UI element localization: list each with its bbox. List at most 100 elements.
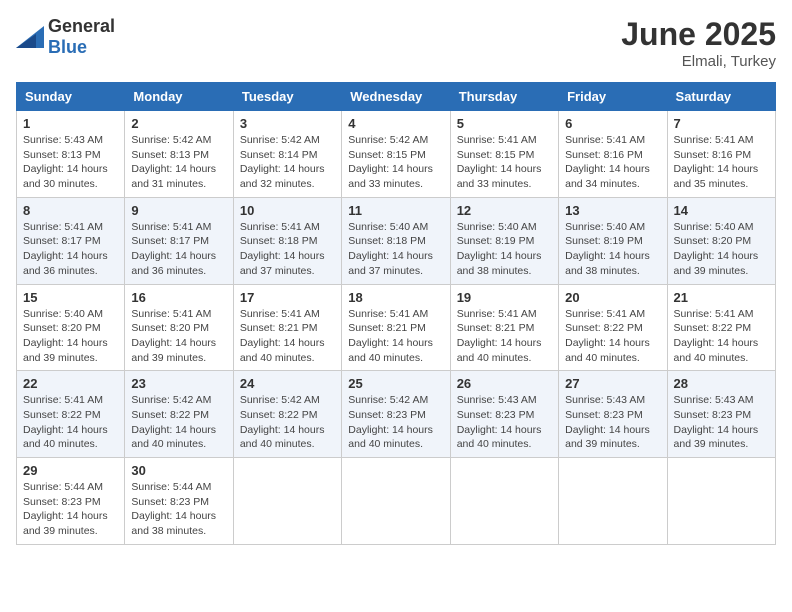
- empty-cell: [233, 458, 341, 545]
- day-info: Sunrise: 5:41 AM Sunset: 8:15 PM Dayligh…: [457, 133, 552, 192]
- header-monday: Monday: [125, 83, 233, 111]
- day-number: 7: [674, 116, 769, 131]
- day-info: Sunrise: 5:43 AM Sunset: 8:23 PM Dayligh…: [457, 393, 552, 452]
- day-cell-17: 17 Sunrise: 5:41 AM Sunset: 8:21 PM Dayl…: [233, 284, 341, 371]
- day-number: 14: [674, 203, 769, 218]
- day-number: 27: [565, 376, 660, 391]
- day-number: 11: [348, 203, 443, 218]
- day-cell-19: 19 Sunrise: 5:41 AM Sunset: 8:21 PM Dayl…: [450, 284, 558, 371]
- day-cell-22: 22 Sunrise: 5:41 AM Sunset: 8:22 PM Dayl…: [17, 371, 125, 458]
- day-cell-10: 10 Sunrise: 5:41 AM Sunset: 8:18 PM Dayl…: [233, 197, 341, 284]
- day-info: Sunrise: 5:41 AM Sunset: 8:21 PM Dayligh…: [348, 307, 443, 366]
- day-number: 9: [131, 203, 226, 218]
- empty-cell: [667, 458, 775, 545]
- day-cell-4: 4 Sunrise: 5:42 AM Sunset: 8:15 PM Dayli…: [342, 111, 450, 198]
- day-number: 6: [565, 116, 660, 131]
- day-number: 24: [240, 376, 335, 391]
- week-row-3: 15 Sunrise: 5:40 AM Sunset: 8:20 PM Dayl…: [17, 284, 776, 371]
- day-number: 1: [23, 116, 118, 131]
- day-cell-24: 24 Sunrise: 5:42 AM Sunset: 8:22 PM Dayl…: [233, 371, 341, 458]
- day-info: Sunrise: 5:40 AM Sunset: 8:19 PM Dayligh…: [457, 220, 552, 279]
- title-area: June 2025 Elmali, Turkey: [621, 16, 776, 70]
- day-cell-5: 5 Sunrise: 5:41 AM Sunset: 8:15 PM Dayli…: [450, 111, 558, 198]
- day-info: Sunrise: 5:40 AM Sunset: 8:18 PM Dayligh…: [348, 220, 443, 279]
- day-number: 10: [240, 203, 335, 218]
- day-number: 2: [131, 116, 226, 131]
- day-info: Sunrise: 5:41 AM Sunset: 8:18 PM Dayligh…: [240, 220, 335, 279]
- day-cell-11: 11 Sunrise: 5:40 AM Sunset: 8:18 PM Dayl…: [342, 197, 450, 284]
- day-info: Sunrise: 5:40 AM Sunset: 8:20 PM Dayligh…: [23, 307, 118, 366]
- day-info: Sunrise: 5:41 AM Sunset: 8:16 PM Dayligh…: [565, 133, 660, 192]
- day-number: 13: [565, 203, 660, 218]
- week-row-4: 22 Sunrise: 5:41 AM Sunset: 8:22 PM Dayl…: [17, 371, 776, 458]
- day-cell-9: 9 Sunrise: 5:41 AM Sunset: 8:17 PM Dayli…: [125, 197, 233, 284]
- day-cell-1: 1 Sunrise: 5:43 AM Sunset: 8:13 PM Dayli…: [17, 111, 125, 198]
- empty-cell: [342, 458, 450, 545]
- header-wednesday: Wednesday: [342, 83, 450, 111]
- day-number: 16: [131, 290, 226, 305]
- day-number: 23: [131, 376, 226, 391]
- day-number: 8: [23, 203, 118, 218]
- empty-cell: [559, 458, 667, 545]
- week-row-1: 1 Sunrise: 5:43 AM Sunset: 8:13 PM Dayli…: [17, 111, 776, 198]
- day-info: Sunrise: 5:42 AM Sunset: 8:23 PM Dayligh…: [348, 393, 443, 452]
- header-sunday: Sunday: [17, 83, 125, 111]
- day-info: Sunrise: 5:41 AM Sunset: 8:22 PM Dayligh…: [674, 307, 769, 366]
- logo: General Blue: [16, 16, 115, 58]
- day-cell-15: 15 Sunrise: 5:40 AM Sunset: 8:20 PM Dayl…: [17, 284, 125, 371]
- day-info: Sunrise: 5:41 AM Sunset: 8:20 PM Dayligh…: [131, 307, 226, 366]
- day-info: Sunrise: 5:43 AM Sunset: 8:23 PM Dayligh…: [674, 393, 769, 452]
- day-cell-14: 14 Sunrise: 5:40 AM Sunset: 8:20 PM Dayl…: [667, 197, 775, 284]
- day-cell-30: 30 Sunrise: 5:44 AM Sunset: 8:23 PM Dayl…: [125, 458, 233, 545]
- day-number: 29: [23, 463, 118, 478]
- day-cell-29: 29 Sunrise: 5:44 AM Sunset: 8:23 PM Dayl…: [17, 458, 125, 545]
- header-tuesday: Tuesday: [233, 83, 341, 111]
- day-number: 20: [565, 290, 660, 305]
- day-info: Sunrise: 5:43 AM Sunset: 8:13 PM Dayligh…: [23, 133, 118, 192]
- day-info: Sunrise: 5:41 AM Sunset: 8:17 PM Dayligh…: [23, 220, 118, 279]
- header-friday: Friday: [559, 83, 667, 111]
- day-cell-28: 28 Sunrise: 5:43 AM Sunset: 8:23 PM Dayl…: [667, 371, 775, 458]
- day-info: Sunrise: 5:41 AM Sunset: 8:21 PM Dayligh…: [240, 307, 335, 366]
- day-info: Sunrise: 5:42 AM Sunset: 8:14 PM Dayligh…: [240, 133, 335, 192]
- day-number: 3: [240, 116, 335, 131]
- day-cell-6: 6 Sunrise: 5:41 AM Sunset: 8:16 PM Dayli…: [559, 111, 667, 198]
- day-number: 4: [348, 116, 443, 131]
- day-info: Sunrise: 5:40 AM Sunset: 8:20 PM Dayligh…: [674, 220, 769, 279]
- logo-blue: Blue: [48, 37, 87, 57]
- day-info: Sunrise: 5:43 AM Sunset: 8:23 PM Dayligh…: [565, 393, 660, 452]
- day-number: 12: [457, 203, 552, 218]
- day-number: 15: [23, 290, 118, 305]
- day-number: 22: [23, 376, 118, 391]
- day-info: Sunrise: 5:41 AM Sunset: 8:16 PM Dayligh…: [674, 133, 769, 192]
- day-cell-18: 18 Sunrise: 5:41 AM Sunset: 8:21 PM Dayl…: [342, 284, 450, 371]
- empty-cell: [450, 458, 558, 545]
- day-info: Sunrise: 5:44 AM Sunset: 8:23 PM Dayligh…: [23, 480, 118, 539]
- day-info: Sunrise: 5:41 AM Sunset: 8:22 PM Dayligh…: [23, 393, 118, 452]
- logo-text: General Blue: [48, 16, 115, 58]
- day-cell-3: 3 Sunrise: 5:42 AM Sunset: 8:14 PM Dayli…: [233, 111, 341, 198]
- day-number: 30: [131, 463, 226, 478]
- day-number: 26: [457, 376, 552, 391]
- day-cell-2: 2 Sunrise: 5:42 AM Sunset: 8:13 PM Dayli…: [125, 111, 233, 198]
- day-cell-20: 20 Sunrise: 5:41 AM Sunset: 8:22 PM Dayl…: [559, 284, 667, 371]
- day-number: 21: [674, 290, 769, 305]
- calendar-table: Sunday Monday Tuesday Wednesday Thursday…: [16, 82, 776, 545]
- location-title: Elmali, Turkey: [621, 53, 776, 70]
- day-number: 25: [348, 376, 443, 391]
- day-number: 19: [457, 290, 552, 305]
- day-number: 28: [674, 376, 769, 391]
- day-info: Sunrise: 5:42 AM Sunset: 8:15 PM Dayligh…: [348, 133, 443, 192]
- header-thursday: Thursday: [450, 83, 558, 111]
- day-info: Sunrise: 5:42 AM Sunset: 8:22 PM Dayligh…: [240, 393, 335, 452]
- day-number: 17: [240, 290, 335, 305]
- day-cell-8: 8 Sunrise: 5:41 AM Sunset: 8:17 PM Dayli…: [17, 197, 125, 284]
- page-header: General Blue June 2025 Elmali, Turkey: [16, 16, 776, 70]
- day-cell-23: 23 Sunrise: 5:42 AM Sunset: 8:22 PM Dayl…: [125, 371, 233, 458]
- weekday-header-row: Sunday Monday Tuesday Wednesday Thursday…: [17, 83, 776, 111]
- day-info: Sunrise: 5:44 AM Sunset: 8:23 PM Dayligh…: [131, 480, 226, 539]
- logo-icon: [16, 26, 44, 48]
- logo-general: General: [48, 16, 115, 36]
- day-info: Sunrise: 5:41 AM Sunset: 8:21 PM Dayligh…: [457, 307, 552, 366]
- day-number: 18: [348, 290, 443, 305]
